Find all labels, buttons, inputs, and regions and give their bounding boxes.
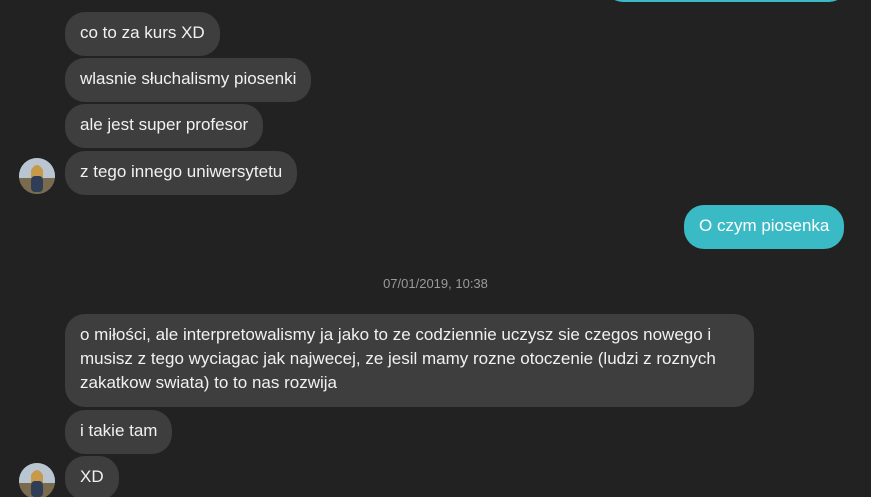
received-message[interactable]: z tego innego uniwersytetu <box>65 151 298 195</box>
contact-avatar-icon[interactable] <box>19 463 55 497</box>
sent-message[interactable]: O czym piosenka <box>684 205 845 249</box>
message-timestamp: 07/01/2019, 10:38 <box>383 276 488 291</box>
sent-message-bubble-cut[interactable] <box>604 0 848 2</box>
received-message[interactable]: wlasnie słuchalismy piosenki <box>65 58 312 102</box>
received-message[interactable]: co to za kurs XD <box>65 12 220 56</box>
contact-avatar-icon[interactable] <box>19 158 55 194</box>
chat-thread: co to za kurs XD wlasnie słuchalismy pio… <box>0 0 871 497</box>
received-message[interactable]: i takie tam <box>65 410 173 454</box>
received-message[interactable]: o miłości, ale interpretowalismy ja jako… <box>65 314 754 407</box>
received-message[interactable]: ale jest super profesor <box>65 104 264 148</box>
received-message[interactable]: XD <box>65 456 119 497</box>
